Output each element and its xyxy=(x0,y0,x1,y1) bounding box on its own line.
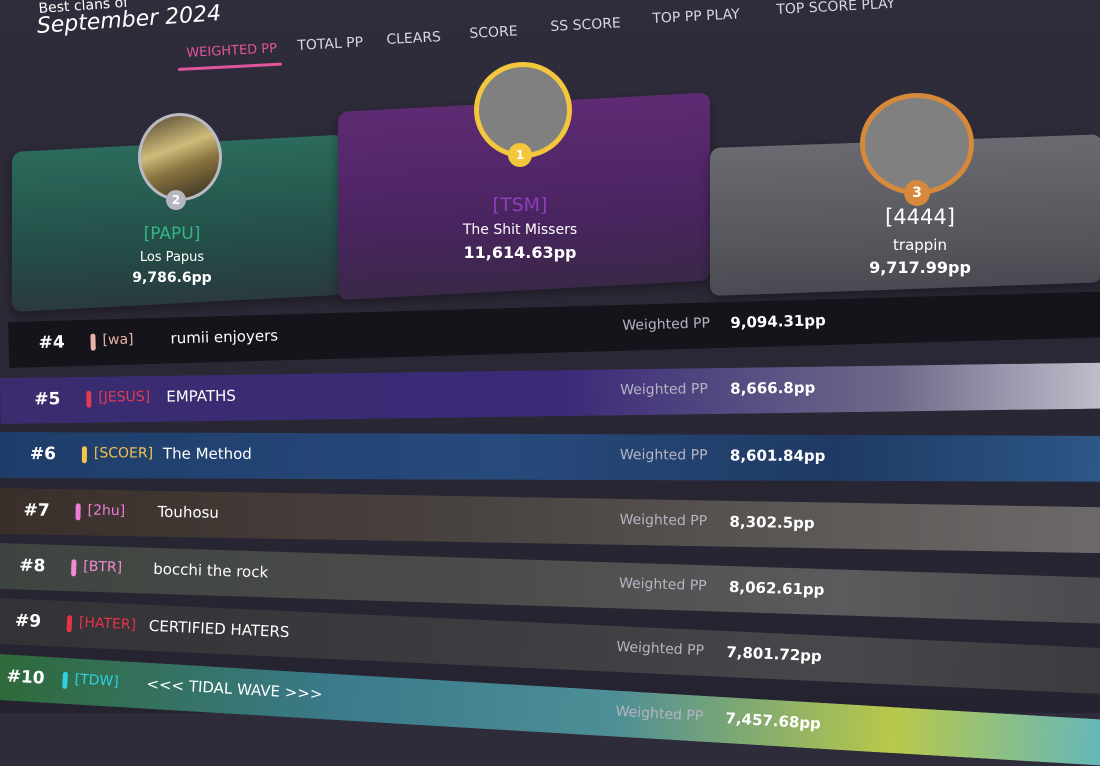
row-tag-pill xyxy=(75,503,81,521)
row-rank: #10 xyxy=(6,666,46,689)
row-name: The Method xyxy=(162,444,252,463)
leaderboard-row[interactable]: #7 [2hu] Touhosu Weighted PP 8,302.5pp xyxy=(0,488,1100,554)
row-rank: #5 xyxy=(34,389,61,410)
tab-score[interactable]: SCORE xyxy=(469,23,518,42)
row-rank: #6 xyxy=(29,444,57,465)
row-pp: 8,601.84pp xyxy=(729,446,826,465)
row-tag-pill xyxy=(70,559,77,577)
tab-total-pp[interactable]: TOTAL PP xyxy=(297,35,363,54)
podium-tag-3: [4444] xyxy=(885,205,955,229)
rank-badge-2: 2 xyxy=(166,190,186,210)
row-name: rumii enjoyers xyxy=(170,326,279,348)
row-tag-pill xyxy=(90,333,96,351)
podium-name-1: The Shit Missers xyxy=(462,222,578,238)
tab-bar: WEIGHTED PP TOTAL PP CLEARS SCORE SS SCO… xyxy=(0,0,1100,80)
row-rank: #9 xyxy=(14,610,42,632)
tab-top-pp-play[interactable]: TOP PP PLAY xyxy=(652,6,740,27)
row-rank: #7 xyxy=(23,500,50,521)
row-tag: [wa] xyxy=(102,331,134,349)
row-pp: 8,666.8pp xyxy=(730,378,816,398)
row-tag-pill xyxy=(81,446,87,464)
tab-clears[interactable]: CLEARS xyxy=(386,29,441,48)
row-tag: [SCOER] xyxy=(93,445,154,462)
leaderboard-page: Best clans of September 2024 WEIGHTED PP… xyxy=(0,0,1100,766)
podium-pp-1: 11,614.63pp xyxy=(463,243,577,262)
row-tag: [BTR] xyxy=(83,558,123,576)
row-name: EMPATHS xyxy=(166,386,236,406)
podium-tag-2: [PAPU] xyxy=(143,224,201,244)
row-metric: Weighted PP xyxy=(619,511,708,530)
row-pp: 9,094.31pp xyxy=(730,311,827,332)
podium-pp-2: 9,786.6pp xyxy=(132,270,212,286)
row-metric: Weighted PP xyxy=(618,575,707,595)
row-tag-pill xyxy=(66,615,73,633)
row-tag-pill xyxy=(62,671,69,690)
row-rank: #8 xyxy=(18,555,46,577)
tab-active-underline xyxy=(178,62,283,71)
leaderboard-row[interactable]: #6 [SCOER] The Method Weighted PP 8,601.… xyxy=(0,432,1100,482)
row-tag: [TDW] xyxy=(74,671,120,691)
podium-name-2: Los Papus xyxy=(139,250,205,265)
podium-tag-1: [TSM] xyxy=(492,194,548,216)
row-tag: [JESUS] xyxy=(98,388,151,406)
row-name: Touhosu xyxy=(157,502,220,522)
row-tag: [2hu] xyxy=(87,502,126,520)
podium-pp-3: 9,717.99pp xyxy=(869,258,971,277)
tab-weighted-pp[interactable]: WEIGHTED PP xyxy=(186,41,277,61)
podium-name-3: trappin xyxy=(893,236,947,254)
row-pp: 8,302.5pp xyxy=(729,512,815,533)
row-metric: Weighted PP xyxy=(622,315,711,334)
row-metric: Weighted PP xyxy=(619,447,708,464)
rank-badge-1: 1 xyxy=(508,143,532,167)
tab-top-score-play[interactable]: TOP SCORE PLAY xyxy=(776,0,895,18)
row-name: bocchi the rock xyxy=(152,559,269,582)
row-rank: #4 xyxy=(38,332,65,354)
row-tag: [HATER] xyxy=(78,614,137,634)
tab-ss-score[interactable]: SS SCORE xyxy=(550,15,621,35)
row-pp: 8,062.61pp xyxy=(728,577,825,599)
clan-avatar-2 xyxy=(138,113,222,201)
leaderboard-row[interactable]: #5 [JESUS] EMPATHS Weighted PP 8,666.8pp xyxy=(0,362,1100,424)
row-tag-pill xyxy=(86,390,92,408)
row-metric: Weighted PP xyxy=(620,381,708,399)
rank-badge-3: 3 xyxy=(904,180,930,206)
